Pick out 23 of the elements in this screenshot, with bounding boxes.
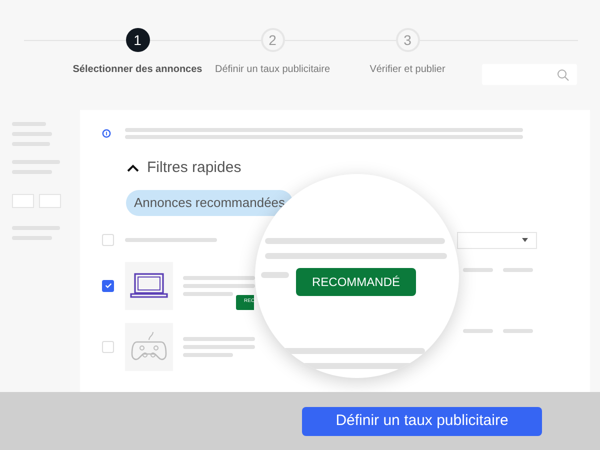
step-label: Définir un taux publicitaire bbox=[214, 63, 330, 77]
laptop-icon bbox=[130, 272, 168, 300]
placeholder-block bbox=[39, 194, 61, 208]
checkmark-icon bbox=[104, 281, 112, 290]
primary-button[interactable]: Définir un taux publicitaire bbox=[302, 406, 542, 436]
step-number: 1 bbox=[126, 28, 150, 52]
step-number: 3 bbox=[396, 28, 420, 52]
caret-icon bbox=[522, 238, 528, 242]
search-field[interactable] bbox=[482, 64, 577, 85]
chevron-icon[interactable] bbox=[126, 163, 140, 174]
step-label: Vérifier et publier bbox=[370, 63, 446, 77]
search-icon bbox=[557, 68, 569, 80]
recommended-badge: RECOMMANDÉ bbox=[296, 268, 416, 296]
step-label: Sélectionner des annonces bbox=[72, 63, 202, 77]
checkbox[interactable] bbox=[102, 340, 114, 352]
checkbox[interactable] bbox=[102, 280, 114, 292]
step-number: 2 bbox=[260, 28, 284, 52]
info-icon bbox=[102, 129, 111, 138]
placeholder-block bbox=[12, 194, 34, 208]
filter-chip[interactable]: Annonces recommandées bbox=[126, 190, 294, 216]
section-title: Filtres rapides bbox=[147, 158, 242, 178]
dropdown[interactable] bbox=[457, 232, 537, 248]
checkbox[interactable] bbox=[102, 234, 114, 246]
